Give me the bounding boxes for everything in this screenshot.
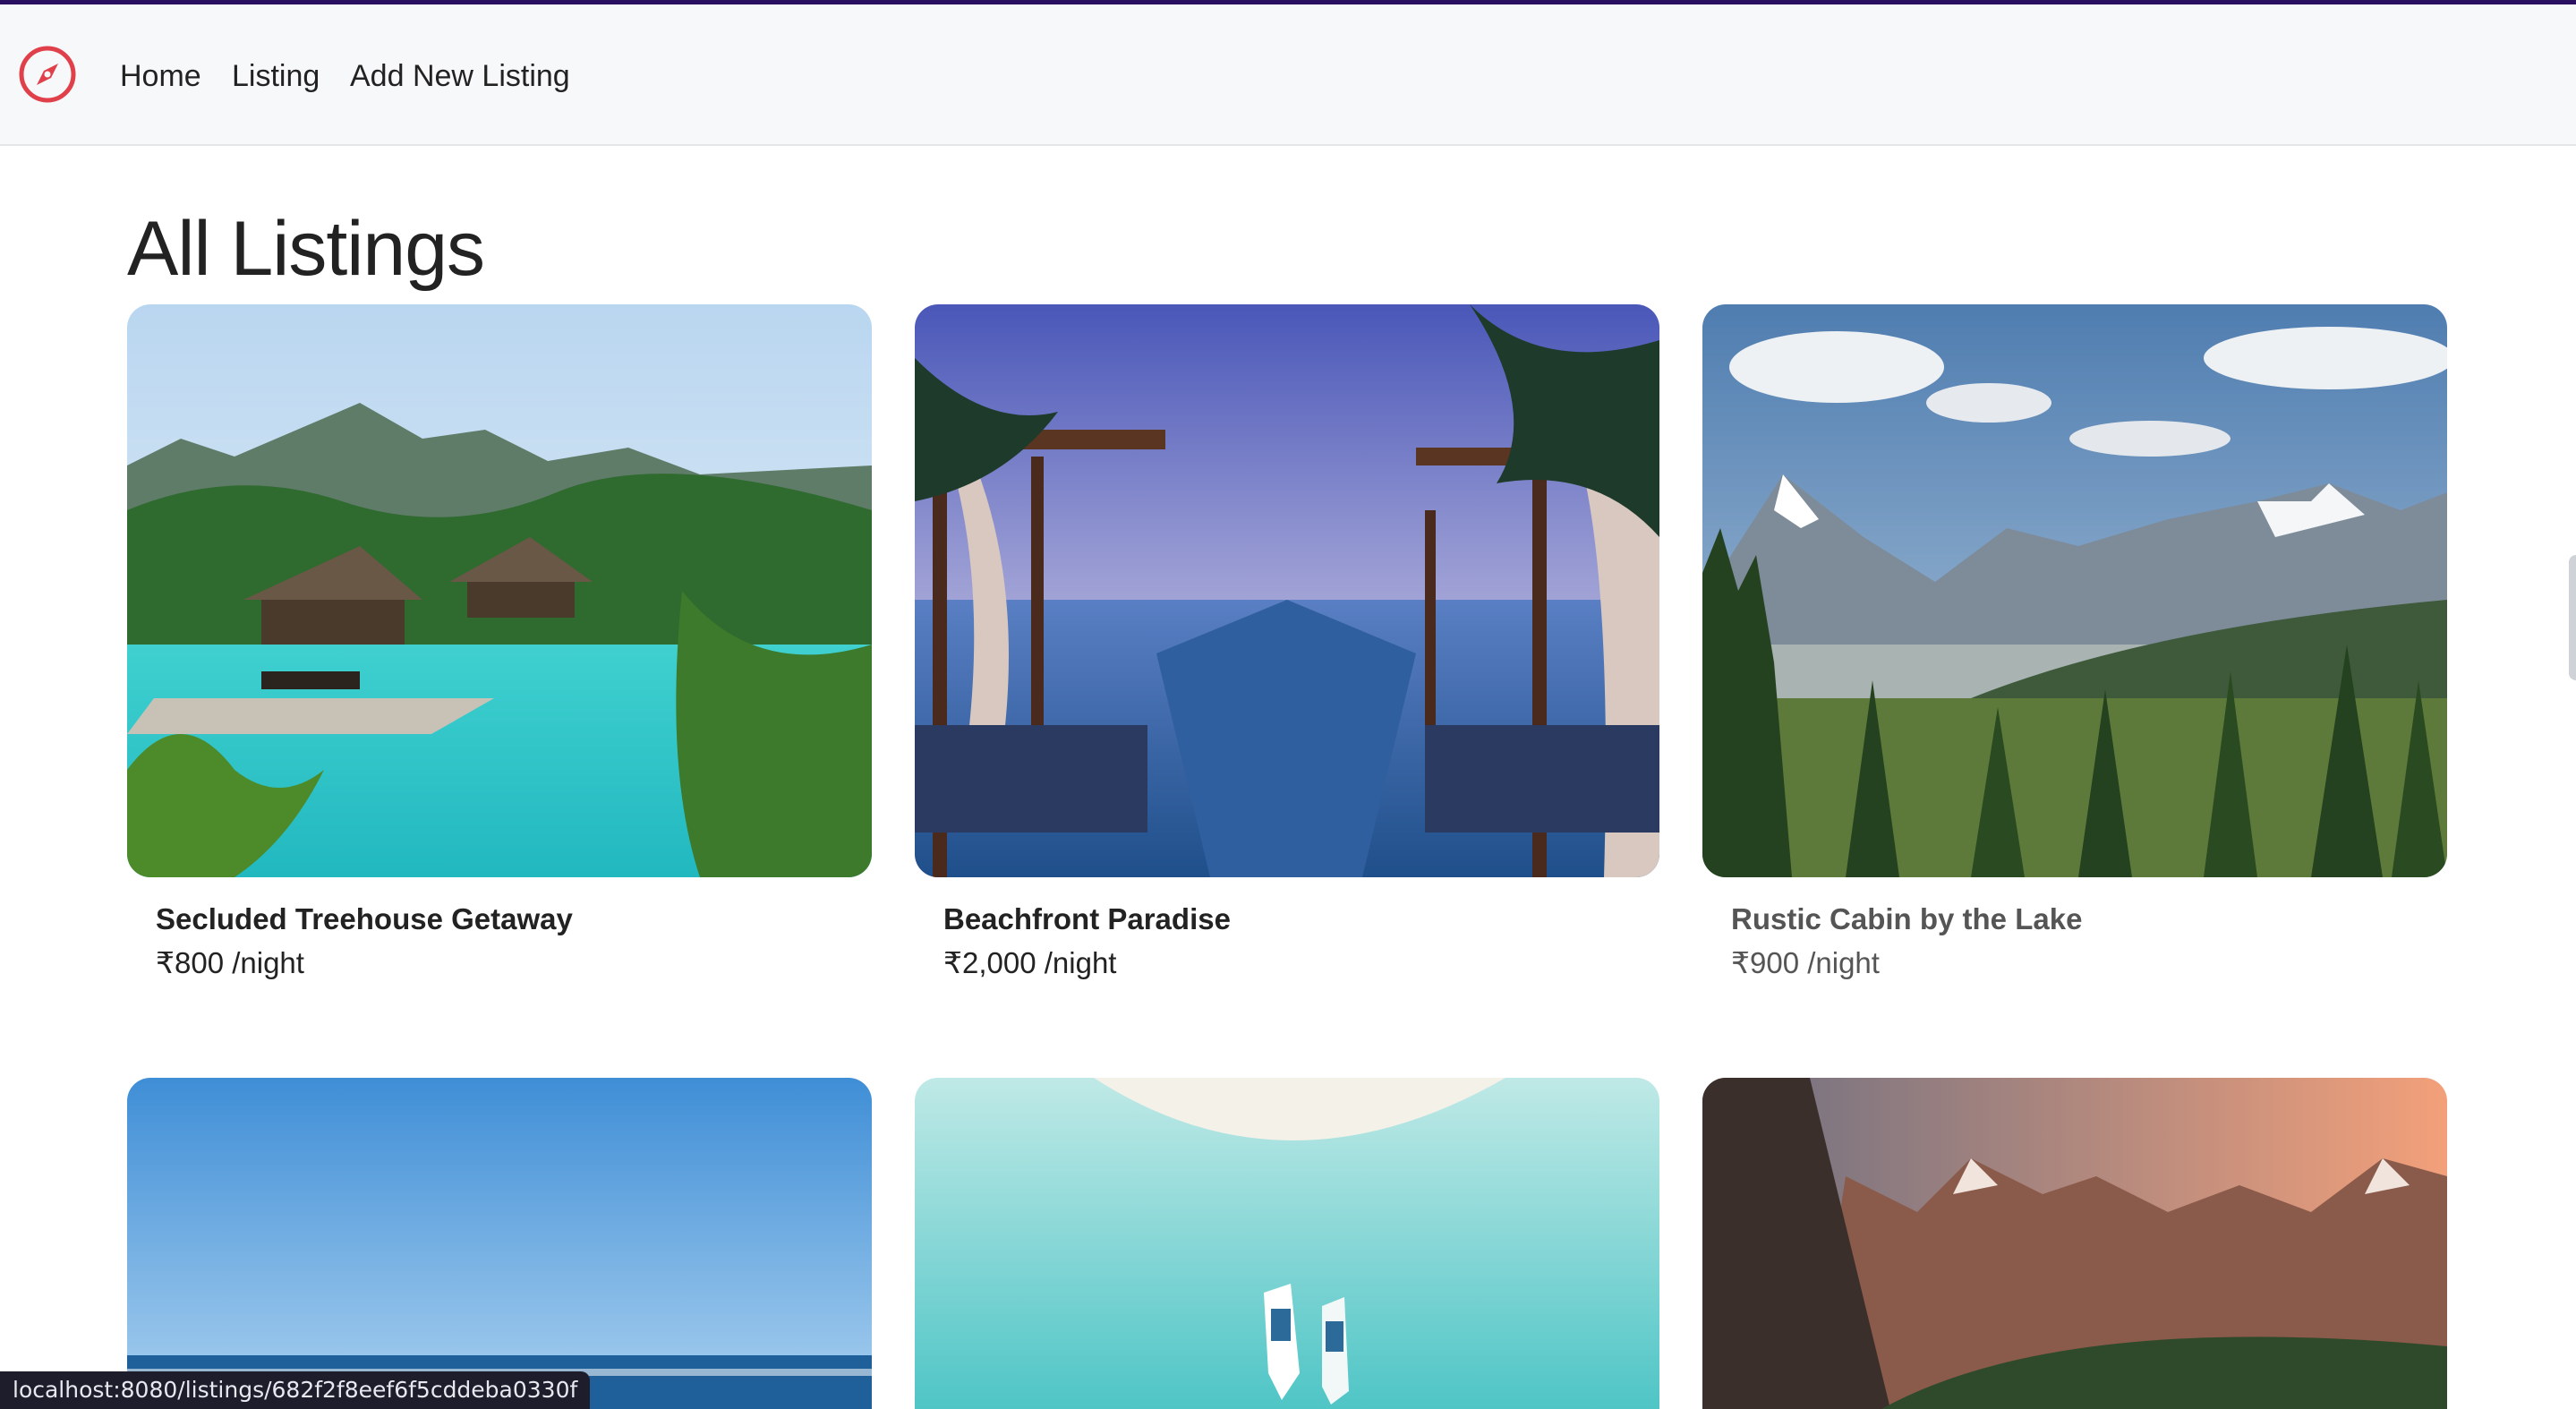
listing-image[interactable]	[1702, 1078, 2447, 1409]
listing-card[interactable]: Secluded Treehouse Getaway ₹800 /night	[127, 304, 872, 979]
status-bar-url: localhost:8080/listings/682f2f8eef6f5cdd…	[0, 1371, 591, 1409]
listing-image[interactable]	[1702, 304, 2447, 877]
listing-image[interactable]	[915, 1078, 1659, 1409]
listing-title: Rustic Cabin by the Lake	[1731, 902, 2083, 935]
listing-card[interactable]	[915, 1078, 1659, 1409]
listing-price: ₹900 /night	[1731, 946, 1880, 979]
nav-link-add-new-listing[interactable]: Add New Listing	[350, 56, 570, 96]
listing-card[interactable]	[1702, 1078, 2447, 1409]
listing-image[interactable]	[127, 304, 872, 877]
listing-image[interactable]	[915, 304, 1659, 877]
listing-card[interactable]	[127, 1078, 872, 1409]
listing-price: ₹2,000 /night	[943, 946, 1117, 979]
listing-title: Secluded Treehouse Getaway	[156, 902, 573, 935]
nav-link-listing[interactable]: Listing	[232, 56, 320, 96]
listing-image[interactable]	[127, 1078, 872, 1409]
navbar: Home Listing Add New Listing	[0, 4, 2576, 146]
page-title: All Listings	[127, 206, 485, 292]
nav-link-home[interactable]: Home	[120, 56, 201, 96]
listing-card[interactable]: Rustic Cabin by the Lake ₹900 /night	[1702, 304, 2447, 979]
scrollbar[interactable]	[2569, 555, 2576, 680]
listing-card[interactable]: Beachfront Paradise ₹2,000 /night	[915, 304, 1659, 979]
listing-title: Beachfront Paradise	[943, 902, 1231, 935]
compass-icon[interactable]	[18, 45, 77, 104]
listing-price: ₹800 /night	[156, 946, 304, 979]
